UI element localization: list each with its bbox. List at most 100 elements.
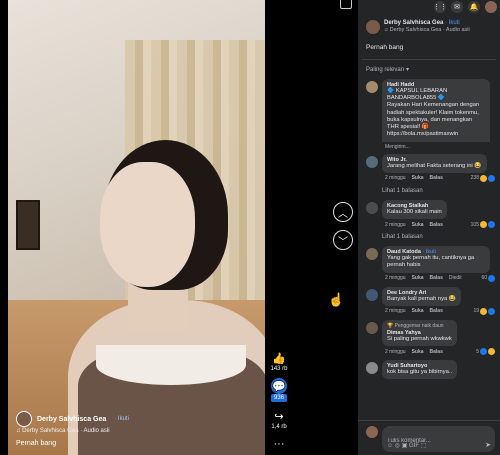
avatar[interactable] xyxy=(366,362,378,375)
share-count: 1,4 rb xyxy=(271,424,287,430)
avatar[interactable] xyxy=(366,321,378,334)
chevron-up-icon: ︿ xyxy=(338,208,348,220)
video-author[interactable]: Derby Salvhisca Gea xyxy=(37,416,106,423)
like-comment-button[interactable]: Suka xyxy=(412,275,424,281)
like-button[interactable]: 👍 143 rb xyxy=(268,350,290,373)
comment-composer: ☺ ◎ ▣ GIF ⬚ ➤ xyxy=(358,420,500,455)
speech-bubble-icon: 💬 xyxy=(271,378,287,394)
reels-viewer: Derby Salvhisca Gea · Ikuti ♫ Derby Salv… xyxy=(0,0,500,455)
reply-button[interactable]: Balas xyxy=(430,222,443,228)
send-icon[interactable]: ➤ xyxy=(485,441,491,449)
follow-link[interactable]: · Ikuti xyxy=(114,416,129,422)
post-header: Derby Salvhisca Gea · Ikuti ♫ Derby Salv… xyxy=(358,14,500,34)
avatar[interactable] xyxy=(366,81,378,93)
comment-count: 936 xyxy=(270,394,287,402)
edited-label: Diedit xyxy=(448,275,462,282)
reply-button[interactable]: Balas xyxy=(430,349,443,355)
thumbs-up-icon: 👍 xyxy=(272,352,286,365)
reaction-summary[interactable]: 60 xyxy=(481,274,495,282)
haha-icon xyxy=(480,307,487,315)
like-comment-button[interactable]: Suka xyxy=(412,308,424,314)
reaction-summary[interactable]: 19 xyxy=(473,307,495,315)
like-comment-button[interactable]: Suka xyxy=(412,175,424,181)
comment-text: Si paling pernah wkwkwk xyxy=(387,335,452,342)
messenger-icon[interactable]: ✉ xyxy=(451,1,463,13)
profile-avatar[interactable] xyxy=(485,1,497,13)
comment-text: Kalau 300 sikali main xyxy=(387,208,442,215)
comment-time[interactable]: 2 minggu xyxy=(385,308,406,314)
chevron-down-icon: ▾ xyxy=(406,67,410,73)
comment: Yudi Suhartoyo kok bisa gitu ya bibirnya… xyxy=(358,360,500,380)
comments-panel: ⋮⋮ ✉ 🔔 Derby Salvhisca Gea · Ikuti ♫ Der… xyxy=(358,0,500,455)
reaction-summary[interactable]: 238 xyxy=(471,174,495,182)
like-comment-button[interactable]: Suka xyxy=(412,349,424,355)
apps-grid-icon[interactable]: ⋮⋮ xyxy=(433,1,447,13)
share-arrow-icon: ↪ xyxy=(274,410,284,423)
reply-button[interactable]: Balas xyxy=(430,275,443,281)
avatar[interactable] xyxy=(366,20,380,34)
comment-text: Jarang melihat Fakta seterang ini 😂 xyxy=(387,162,482,169)
video-player[interactable] xyxy=(8,0,265,455)
share-button[interactable]: ↪ 1,4 rb xyxy=(268,408,290,431)
more-icon: ··· xyxy=(273,438,285,450)
comment: Kacong Stalkah Kalau 300 sikali main 2 m… xyxy=(358,199,500,229)
avatar xyxy=(366,426,378,438)
video-info: Derby Salvhisca Gea · Ikuti ♫ Derby Salv… xyxy=(16,411,256,447)
mouse-cursor-icon: ☝ xyxy=(328,292,345,307)
avatar[interactable] xyxy=(366,248,378,261)
avatar[interactable] xyxy=(16,411,32,427)
post-author[interactable]: Derby Salvhisca Gea xyxy=(384,20,443,26)
like-icon xyxy=(488,307,495,315)
comment: 🏆 Penggemar naik daun Dimas Yahya Si pal… xyxy=(358,319,500,356)
post-caption: Pernah bang xyxy=(366,44,404,51)
avatar[interactable] xyxy=(366,201,378,214)
view-replies-link[interactable]: Lihat 1 balasan xyxy=(358,231,500,246)
video-actions: 👍 143 rb 💬 936 ↪ 1,4 rb ··· xyxy=(268,350,290,455)
reaction-summary[interactable]: 5 xyxy=(476,348,495,356)
audio-label[interactable]: ♫ Derby Salvhisca Gea · Audio asli xyxy=(384,27,470,33)
more-button[interactable]: ··· xyxy=(268,436,290,452)
reply-button[interactable]: Balas xyxy=(430,308,443,314)
comment-time[interactable]: 2 minggu xyxy=(385,275,406,281)
comment-button[interactable]: 💬 936 xyxy=(268,378,290,402)
like-comment-button[interactable]: Suka xyxy=(412,222,424,228)
comment-time[interactable]: 2 minggu xyxy=(385,222,406,228)
audio-label[interactable]: ♫ Derby Salvhisca Gea · Audio asli xyxy=(16,428,256,434)
comment-text: 🔷 KAPSUL LEBARAN BANDARBOLA855 🔷 Rayakan… xyxy=(387,88,480,138)
like-icon xyxy=(488,174,495,182)
haha-icon xyxy=(480,221,487,229)
view-replies-link[interactable]: Lihat 1 balasan xyxy=(358,185,500,200)
video-caption: Pernah bang xyxy=(16,440,57,447)
reply-button[interactable]: Balas xyxy=(430,175,443,181)
comment: Dee Londry Ari Banyak kali pernah nya 😂 … xyxy=(358,286,500,315)
next-video-button[interactable]: ﹀ xyxy=(333,230,353,250)
sort-label: Paling relevan xyxy=(366,66,405,73)
top-fan-badge: 🏆 Penggemar naik daun xyxy=(387,322,444,329)
sort-dropdown[interactable]: Paling relevan ▾ xyxy=(358,60,500,79)
avatar[interactable] xyxy=(366,288,378,301)
like-icon xyxy=(488,221,495,229)
avatar[interactable] xyxy=(366,155,378,168)
haha-icon xyxy=(480,174,487,182)
like-icon xyxy=(488,274,495,282)
chevron-down-icon: ﹀ xyxy=(338,236,348,248)
comment-time[interactable]: 2 minggu xyxy=(385,175,406,181)
haha-icon xyxy=(488,348,495,356)
window-icon[interactable] xyxy=(340,0,352,9)
like-count: 143 rb xyxy=(270,366,288,372)
comment-text: Yang gak pernah itu, cantiknya ga pernah… xyxy=(387,255,475,269)
like-icon xyxy=(480,348,487,356)
composer-tools[interactable]: ☺ ◎ ▣ GIF ⬚ xyxy=(387,442,426,449)
previous-video-button[interactable]: ︿ xyxy=(333,202,353,222)
comment-text: kok bisa gitu ya bibirnya.. xyxy=(387,369,453,376)
comment: Wito Jr. Jarang melihat Fakta seterang i… xyxy=(358,153,500,182)
comment-time[interactable]: 2 minggu xyxy=(385,349,406,355)
comment: Hadi Hadd 🔷 KAPSUL LEBARAN BANDARBOLA855… xyxy=(358,79,500,150)
follow-link[interactable]: · Ikuti xyxy=(445,20,460,26)
comment-text: Banyak kali pernah nya 😂 xyxy=(387,295,457,302)
comment-status: Mengirim... xyxy=(385,143,410,150)
comment: Daud Katoda · Ikuti Yang gak pernah itu,… xyxy=(358,246,500,282)
reaction-summary[interactable]: 105 xyxy=(471,221,495,229)
bell-icon[interactable]: 🔔 xyxy=(468,1,480,13)
top-bar: ⋮⋮ ✉ 🔔 xyxy=(358,0,500,14)
